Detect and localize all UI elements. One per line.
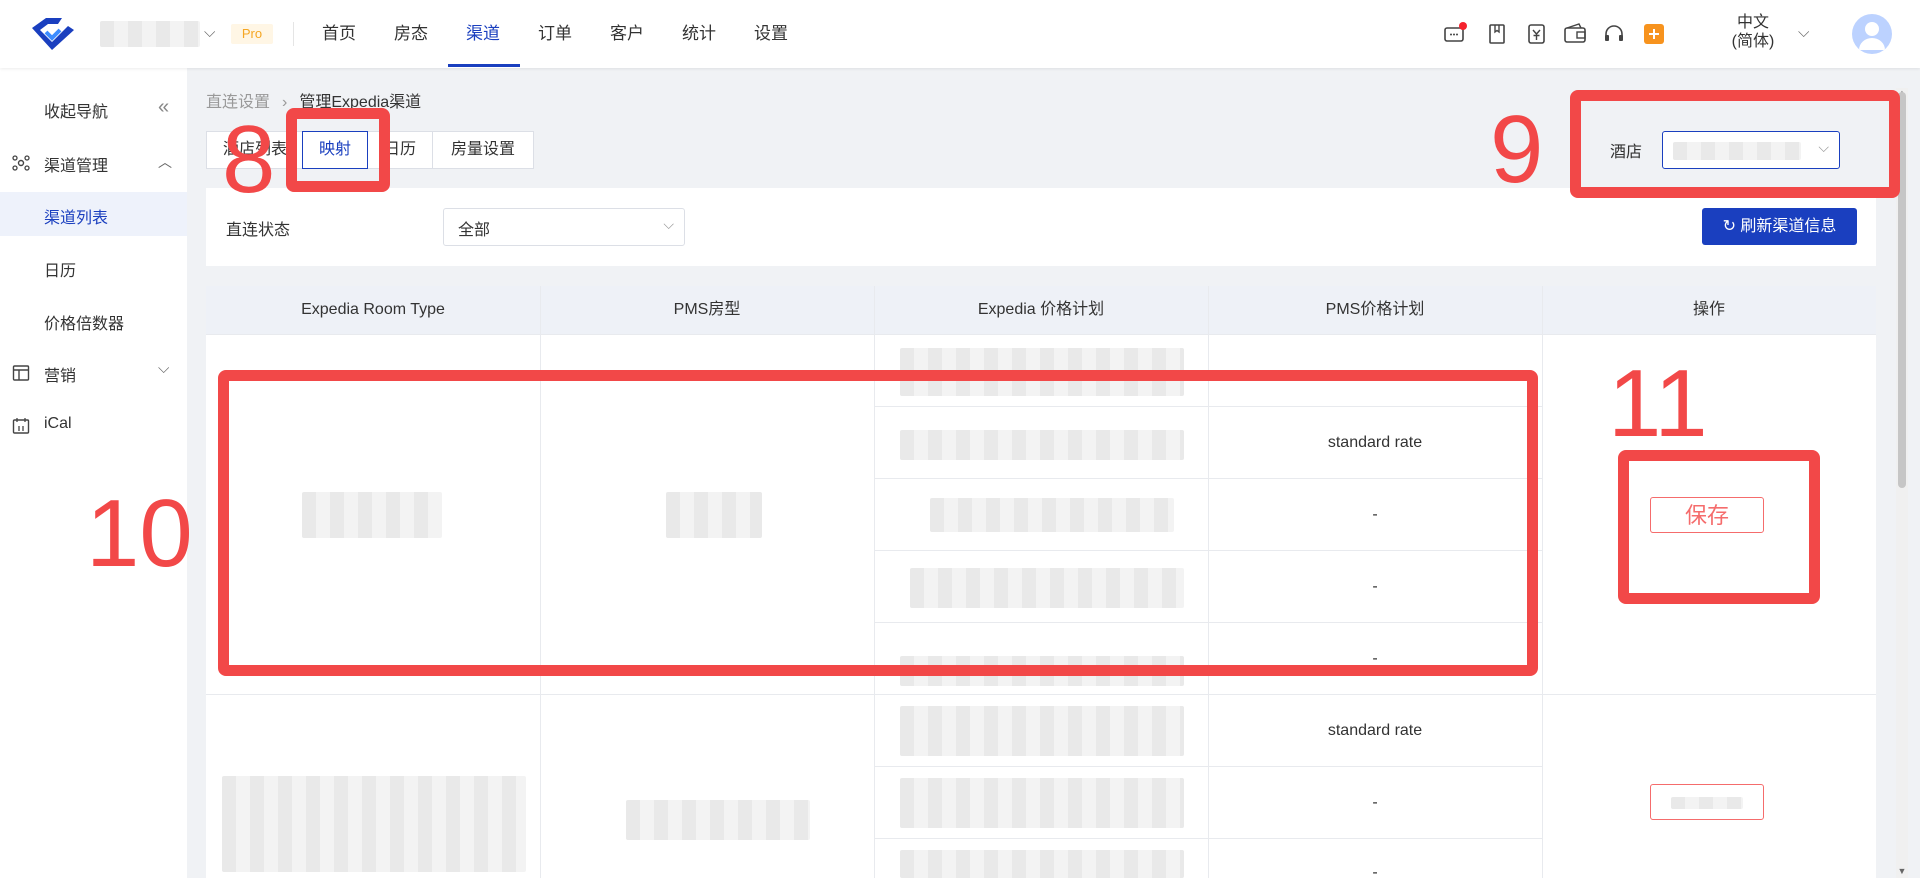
save-button-blurred[interactable] (1650, 784, 1764, 820)
user-avatar[interactable] (1852, 14, 1892, 54)
sidebar-item-channel-management[interactable]: 渠道管理 ︿ (0, 140, 187, 184)
expedia-room-type-blurred (222, 776, 526, 872)
status-select[interactable]: 全部 ⌵ (443, 208, 685, 246)
expedia-rate-plan-blurred (900, 850, 1184, 878)
org-chevron-down-icon[interactable]: ⌵ (204, 24, 215, 41)
sidebar-collapse[interactable]: 收起导航 « (0, 86, 187, 130)
sidebar-item-channel-list[interactable]: 渠道列表 (0, 192, 187, 236)
language-chevron-down-icon[interactable]: ⌵ (1798, 24, 1809, 41)
tab-inventory-settings[interactable]: 房量设置 (432, 131, 534, 169)
status-filter-label: 直连状态 (226, 222, 291, 239)
sidebar-item-calendar[interactable]: 日历 (0, 245, 187, 289)
chevron-down-icon: ⌵ (158, 360, 170, 377)
sidebar-item-ical[interactable]: iCal (0, 403, 187, 447)
headset-support-icon[interactable] (1601, 22, 1627, 46)
expedia-rate-plan-blurred (900, 706, 1184, 756)
invoice-yen-icon[interactable] (1524, 22, 1550, 46)
annotation-number-8: 8 (222, 106, 276, 213)
nav-statistics[interactable]: 统计 (682, 0, 716, 68)
breadcrumb-separator-icon: › (282, 94, 288, 111)
filter-panel: 直连状态 全部 ⌵ ↻ 刷新渠道信息 (206, 188, 1876, 266)
annotation-number-9: 9 (1490, 96, 1544, 203)
language-switcher[interactable]: 中文 (简体) (1728, 13, 1778, 51)
col-divider (1542, 286, 1543, 878)
sidebar-item-price-multiplier[interactable]: 价格倍数器 (0, 298, 187, 342)
col-pms-room-type: PMS房型 (673, 301, 741, 318)
pro-badge: Pro (231, 24, 273, 44)
pms-room-type-blurred (626, 800, 810, 840)
organization-name-blurred (100, 21, 200, 47)
wallet-icon[interactable] (1562, 22, 1588, 46)
annotation-box-8 (286, 108, 390, 192)
calendar-icon (12, 418, 30, 434)
row-divider (874, 838, 1542, 839)
nav-customers[interactable]: 客户 (610, 0, 644, 68)
annotation-number-10: 10 (86, 480, 193, 587)
nav-settings[interactable]: 设置 (754, 0, 788, 68)
nav-orders[interactable]: 订单 (538, 0, 572, 68)
annotation-box-9 (1570, 90, 1900, 198)
scroll-down-arrow-icon[interactable]: ▼ (1896, 866, 1908, 876)
pms-rate-plan-cell: - (1372, 794, 1378, 811)
nav-home[interactable]: 首页 (322, 0, 356, 68)
user-avatar-icon (1859, 22, 1885, 50)
double-chevron-left-icon[interactable]: « (158, 96, 169, 119)
refresh-icon: ↻ (1722, 218, 1741, 235)
col-expedia-rate-plan: Expedia 价格计划 (977, 301, 1105, 318)
nav-room-status[interactable]: 房态 (394, 0, 428, 68)
col-actions: 操作 (1692, 301, 1725, 318)
annotation-box-11 (1618, 450, 1820, 604)
pms-rate-plan-cell: standard rate (1327, 722, 1423, 739)
app-logo-icon[interactable] (28, 14, 78, 54)
col-expedia-room-type: Expedia Room Type (301, 301, 445, 318)
sidebar: 收起导航 « 渠道管理 ︿ 渠道列表 日历 价格倍数器 营销 ⌵ iCal (0, 68, 187, 878)
annotation-number-11: 11 (1608, 350, 1708, 457)
annotation-box-10 (218, 370, 1538, 676)
marketing-layout-icon (12, 365, 30, 381)
row-divider (874, 766, 1542, 767)
refresh-channel-info-button[interactable]: ↻ 刷新渠道信息 (1702, 208, 1857, 245)
header-divider (293, 22, 294, 46)
chevron-up-icon: ︿ (158, 154, 172, 170)
nav-channel[interactable]: 渠道 (466, 0, 500, 68)
bookmark-icon[interactable] (1484, 22, 1510, 46)
expedia-rate-plan-blurred (900, 778, 1184, 828)
pms-rate-plan-cell: - (1372, 864, 1378, 878)
group-divider (206, 694, 1876, 695)
nav-active-indicator (448, 64, 520, 67)
message-icon[interactable] (1442, 22, 1468, 46)
top-bar: ⌵ Pro 首页 房态 渠道 订单 客户 统计 设置 中文 (简体) ⌵ (0, 0, 1920, 68)
col-pms-rate-plan: PMS价格计划 (1325, 301, 1425, 318)
channel-network-icon (12, 155, 30, 171)
table-header: Expedia Room Type PMS房型 Expedia 价格计划 PMS… (206, 286, 1876, 335)
status-select-chevron-down-icon: ⌵ (663, 216, 674, 232)
add-note-icon[interactable] (1641, 22, 1667, 46)
sidebar-item-marketing[interactable]: 营销 ⌵ (0, 350, 187, 394)
